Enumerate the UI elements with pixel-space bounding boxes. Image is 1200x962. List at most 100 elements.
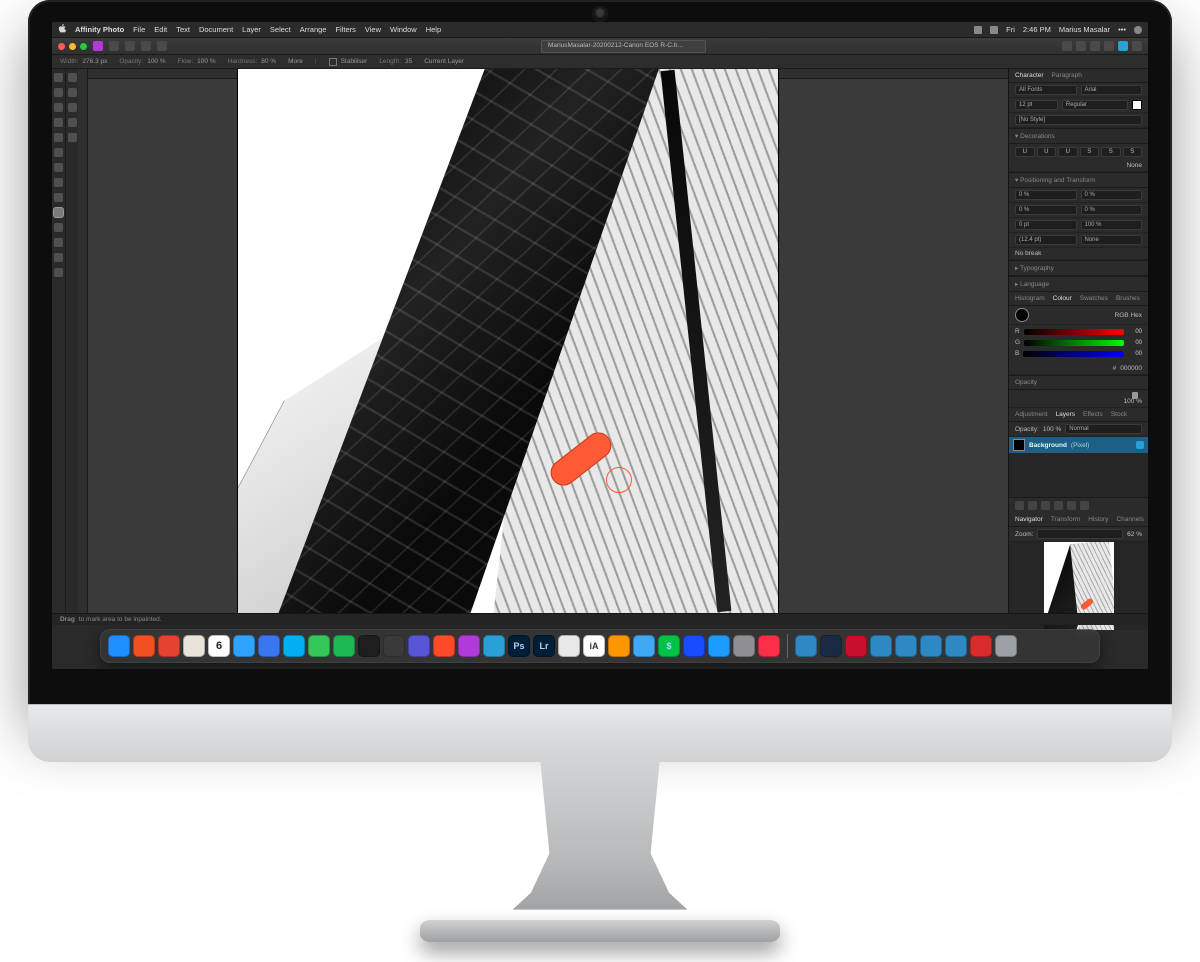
dock-app-things[interactable]	[633, 635, 655, 657]
menu-view[interactable]: View	[365, 25, 381, 34]
pos-a1[interactable]: 0 %	[1015, 190, 1077, 200]
layer-footer-actions[interactable]	[1009, 497, 1148, 513]
tab-character[interactable]: Character	[1015, 72, 1044, 79]
strike-1[interactable]: S	[1080, 147, 1100, 157]
green-slider[interactable]	[1024, 340, 1124, 346]
erase-tool-icon[interactable]	[54, 178, 63, 187]
siri-icon[interactable]	[1134, 26, 1142, 34]
strike-2[interactable]: S	[1101, 147, 1121, 157]
width-value[interactable]: 276.3 px	[82, 58, 107, 65]
language-header[interactable]: ▸ Language	[1015, 281, 1049, 288]
tab-adjustment[interactable]: Adjustment	[1015, 411, 1048, 418]
assistant-icon[interactable]	[1104, 41, 1114, 51]
font-family-select[interactable]: Arial	[1081, 85, 1143, 95]
underline-3[interactable]: U	[1058, 147, 1078, 157]
persona-photo-icon[interactable]	[93, 41, 103, 51]
dock-app-imovie[interactable]	[408, 635, 430, 657]
mask-icon[interactable]	[1015, 501, 1024, 510]
tab-histogram[interactable]: Histogram	[1015, 295, 1045, 302]
tab-channels[interactable]: Channels	[1116, 516, 1143, 523]
underline-2[interactable]: U	[1037, 147, 1057, 157]
dropbox-icon[interactable]	[974, 26, 982, 34]
dock-app-safari[interactable]	[558, 635, 580, 657]
tab-paragraph[interactable]: Paragraph	[1052, 72, 1082, 79]
wifi-icon[interactable]	[990, 26, 998, 34]
align-icon[interactable]	[1076, 41, 1086, 51]
canvas[interactable]	[78, 69, 1008, 613]
more-button[interactable]: More	[288, 58, 303, 65]
shape-tool-icon[interactable]	[54, 253, 63, 262]
tab-history[interactable]: History	[1088, 516, 1108, 523]
navigator-panel-tabs[interactable]: Navigator Transform History Channels	[1009, 513, 1148, 527]
dock-app-1password[interactable]	[683, 635, 705, 657]
menu-text[interactable]: Text	[176, 25, 190, 34]
tab-navigator[interactable]: Navigator	[1015, 516, 1043, 523]
minimise-icon[interactable]	[69, 43, 76, 50]
dock-app-figma[interactable]	[358, 635, 380, 657]
tool-a-icon[interactable]	[109, 41, 119, 51]
opacity-value[interactable]: 100 %	[147, 58, 165, 65]
dock-app-messages[interactable]	[308, 635, 330, 657]
tool-s-3[interactable]	[68, 103, 77, 112]
menubar-extras-icon[interactable]: •••	[1118, 25, 1126, 34]
green-value[interactable]: 00	[1128, 340, 1142, 346]
add-layer-icon[interactable]	[1067, 501, 1076, 510]
dock-app-cash[interactable]: $	[658, 635, 680, 657]
dock-app-pdf[interactable]	[970, 635, 992, 657]
dock-app-mail[interactable]	[233, 635, 255, 657]
character-panel-tabs[interactable]: Character Paragraph	[1009, 69, 1148, 83]
menu-document[interactable]: Document	[199, 25, 233, 34]
apple-menu-icon[interactable]	[58, 24, 66, 35]
menubar-time[interactable]: 2:46 PM	[1023, 25, 1051, 34]
menu-help[interactable]: Help	[426, 25, 441, 34]
dock-app-folderc[interactable]	[920, 635, 942, 657]
window-controls[interactable]	[58, 43, 87, 50]
menubar-day[interactable]: Fri	[1006, 25, 1015, 34]
dock-app-photoshop[interactable]: Ps	[508, 635, 530, 657]
menu-edit[interactable]: Edit	[154, 25, 167, 34]
blue-slider[interactable]	[1023, 351, 1124, 357]
hand-tool-icon[interactable]	[54, 73, 63, 82]
tab-transform[interactable]: Transform	[1051, 516, 1080, 523]
red-slider[interactable]	[1024, 329, 1124, 335]
layer-visible-toggle[interactable]	[1136, 441, 1144, 449]
app-name[interactable]: Affinity Photo	[75, 25, 124, 34]
layer-row[interactable]: Background (Pixel)	[1009, 437, 1148, 453]
text-tool-icon[interactable]	[54, 268, 63, 277]
dock-app-folder1[interactable]	[795, 635, 817, 657]
colour-mode-select[interactable]: RGB Hex	[1115, 312, 1142, 319]
positioning-header[interactable]: ▾ Positioning and Transform	[1015, 177, 1096, 184]
ruler-vertical[interactable]	[78, 69, 88, 613]
delete-layer-icon[interactable]	[1080, 501, 1089, 510]
dock-app-affinity-publisher[interactable]	[433, 635, 455, 657]
dock-app-ia-writer[interactable]: iA	[583, 635, 605, 657]
inpainting-tool-icon[interactable]	[54, 208, 63, 217]
length-value[interactable]: 35	[405, 58, 412, 65]
font-collection-select[interactable]: All Fonts	[1015, 85, 1077, 95]
group-icon[interactable]	[1054, 501, 1063, 510]
tool-s-5[interactable]	[68, 133, 77, 142]
pos-c2[interactable]: 100 %	[1081, 220, 1143, 230]
typography-header[interactable]: ▸ Typography	[1015, 265, 1054, 272]
brush-tool-icon[interactable]	[54, 163, 63, 172]
no-break-toggle[interactable]: No break	[1015, 250, 1041, 257]
tab-brushes[interactable]: Brushes	[1116, 295, 1140, 302]
menu-window[interactable]: Window	[390, 25, 417, 34]
colour-picker-icon[interactable]	[54, 103, 63, 112]
flow-value[interactable]: 100 %	[197, 58, 215, 65]
document[interactable]	[238, 69, 778, 613]
document-tab[interactable]: MariusMasalar-20200212-Canon EOS R-C.ti…	[541, 40, 706, 53]
menu-filters[interactable]: Filters	[335, 25, 355, 34]
tab-swatches[interactable]: Swatches	[1080, 295, 1108, 302]
font-weight-select[interactable]: Regular	[1062, 100, 1128, 110]
zoom-value[interactable]: 62 %	[1127, 531, 1142, 538]
layer-opacity-value[interactable]: 100 %	[1043, 426, 1061, 433]
text-fill-swatch[interactable]	[1132, 100, 1142, 110]
menu-arrange[interactable]: Arrange	[300, 25, 327, 34]
dock-app-slack[interactable]	[183, 635, 205, 657]
snap-icon[interactable]	[1062, 41, 1072, 51]
flood-tool-icon[interactable]	[54, 148, 63, 157]
hex-value[interactable]: 000000	[1120, 365, 1142, 372]
tool-s-2[interactable]	[68, 88, 77, 97]
dock-app-affinity-designer[interactable]	[483, 635, 505, 657]
